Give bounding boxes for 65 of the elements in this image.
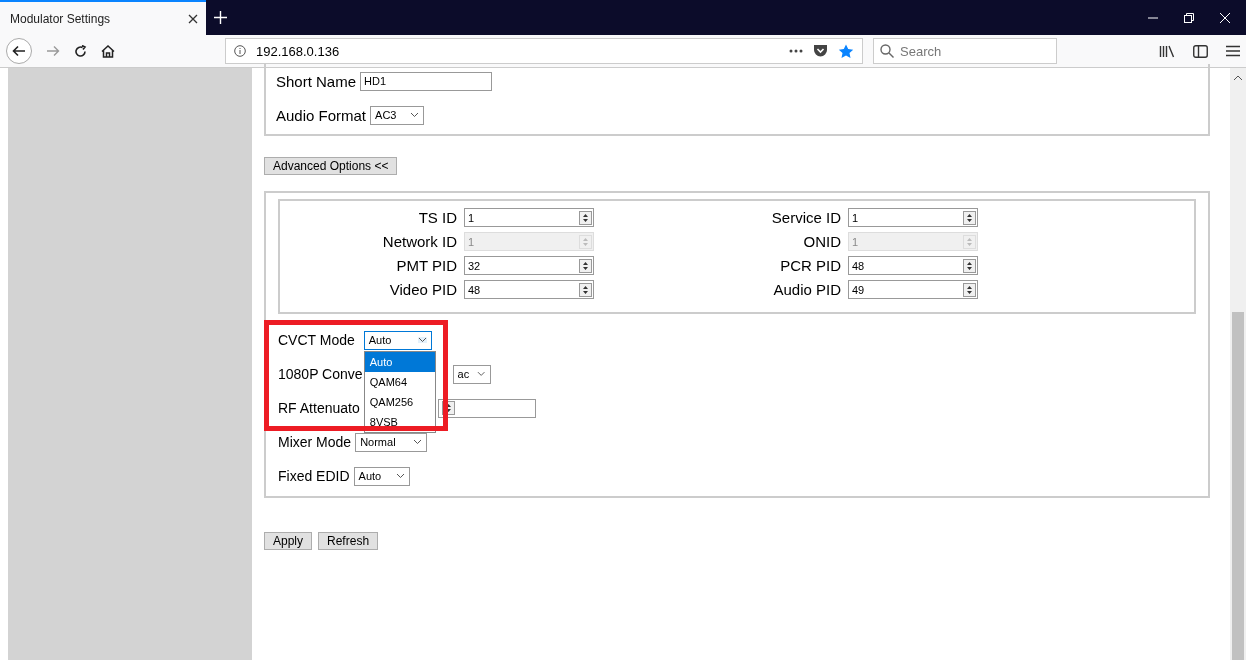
search-icon: [880, 44, 894, 58]
spin-arrows-icon[interactable]: [579, 258, 592, 273]
library-icon[interactable]: [1159, 44, 1175, 58]
spin-arrows-icon[interactable]: [963, 282, 976, 297]
spin-arrows-icon[interactable]: [963, 210, 976, 225]
field-label: Audio Format: [276, 106, 367, 124]
caret-icon: [413, 439, 423, 445]
select-field[interactable]: AC3: [370, 105, 425, 125]
advanced-options-button[interactable]: Advanced Options <<: [264, 157, 398, 175]
field-label: 1080P Conve: [278, 366, 363, 382]
reload-icon[interactable]: [74, 44, 87, 58]
plus-icon[interactable]: [213, 11, 227, 24]
field-label: Short Name: [276, 72, 357, 90]
select-field[interactable]: Normal: [355, 432, 428, 452]
number-field[interactable]: [437, 398, 536, 418]
field-label: Audio PID: [772, 280, 841, 299]
caret-icon: [410, 112, 420, 118]
dropdown-option[interactable]: QAM64: [364, 371, 435, 392]
number-field[interactable]: 1: [464, 208, 594, 227]
scrollbar[interactable]: [1230, 68, 1246, 660]
field-label: Mixer Mode: [278, 434, 352, 450]
menu-icon[interactable]: [1226, 45, 1240, 57]
spin-arrows-icon[interactable]: [579, 210, 592, 225]
field-label: Video PID: [388, 280, 457, 299]
action-button[interactable]: Refresh: [318, 532, 379, 550]
select-field[interactable]: Auto: [363, 330, 432, 350]
field-label: RF Attenuato: [278, 400, 360, 416]
sidebar-icon[interactable]: [1193, 44, 1208, 58]
field-label: PCR PID: [779, 256, 841, 275]
input-field[interactable]: HD1: [360, 71, 493, 91]
number-field[interactable]: 49: [848, 280, 978, 299]
home-icon[interactable]: [101, 44, 115, 58]
number-field[interactable]: 1: [848, 208, 978, 227]
close-icon[interactable]: [188, 13, 198, 24]
restore-icon[interactable]: [1184, 12, 1194, 23]
caret-icon: [477, 371, 486, 377]
spin-arrows-icon[interactable]: [579, 282, 592, 297]
number-field[interactable]: 48: [848, 256, 978, 275]
number-field[interactable]: 48: [464, 280, 594, 299]
number-field[interactable]: 32: [464, 256, 594, 275]
action-button[interactable]: Apply: [264, 532, 313, 550]
field-label: Network ID: [381, 232, 457, 251]
field-label: CVCT Mode: [278, 332, 355, 348]
caret-icon: [417, 337, 427, 343]
field-label: TS ID: [417, 208, 457, 227]
dropdown-option[interactable]: 8VSB: [364, 411, 435, 432]
select-field[interactable]: ac: [452, 364, 491, 384]
select-field[interactable]: Auto: [353, 466, 410, 486]
back-button[interactable]: [6, 38, 32, 64]
spin-arrows-icon[interactable]: [963, 258, 976, 273]
search-field[interactable]: Search: [873, 38, 1057, 64]
info-icon[interactable]: [234, 45, 246, 57]
back-arrow-icon: [12, 45, 26, 57]
browser-tab[interactable]: Modulator Settings: [0, 0, 206, 35]
field-label: ONID: [802, 232, 841, 251]
address-bar[interactable]: 192.168.0.136: [225, 38, 863, 64]
field-label: Service ID: [770, 208, 841, 227]
field-label: PMT PID: [395, 256, 457, 275]
more-icon[interactable]: [789, 49, 803, 53]
field-label: Fixed EDID: [278, 468, 350, 484]
star-icon[interactable]: [838, 43, 854, 59]
dropdown-option[interactable]: QAM256: [364, 391, 435, 412]
dropdown-option[interactable]: Auto: [364, 351, 435, 372]
pocket-icon[interactable]: [813, 44, 828, 58]
caret-icon: [395, 473, 405, 479]
